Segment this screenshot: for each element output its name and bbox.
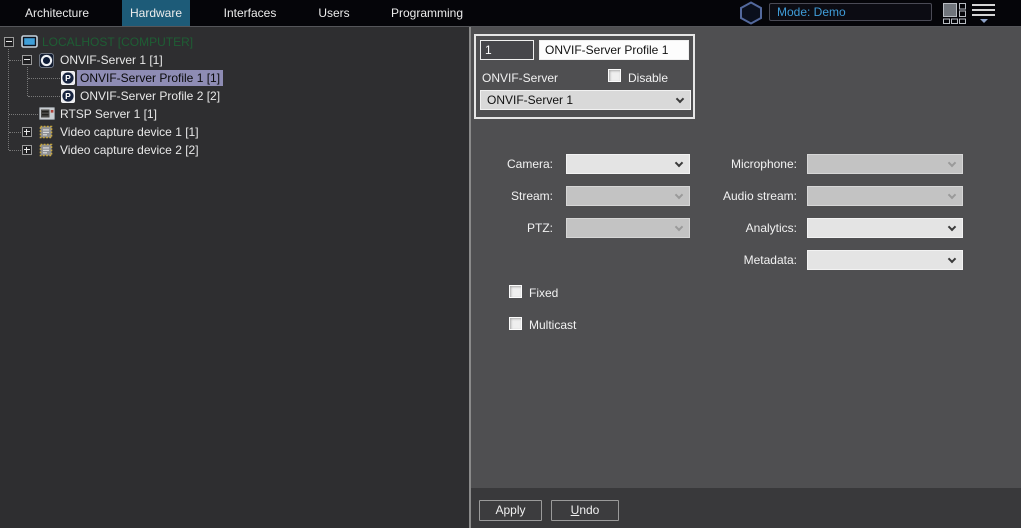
tree-item-label: RTSP Server 1 [1] xyxy=(57,106,160,122)
microphone-label: Microphone: xyxy=(697,157,797,171)
tree-item-label: ONVIF-Server Profile 2 [2] xyxy=(77,88,223,104)
expand-toggle[interactable] xyxy=(22,127,32,137)
rtsp-server-icon xyxy=(39,107,55,125)
tree-item[interactable]: P ONVIF-Server Profile 2 [2] xyxy=(0,88,460,105)
object-id-input[interactable] xyxy=(480,40,534,60)
object-identity-box: ONVIF-Server Disable ONVIF-Server 1 xyxy=(474,34,695,119)
app-window: Architecture Hardware Interfaces Users P… xyxy=(0,0,1021,528)
disable-checkbox-label: Disable xyxy=(628,71,668,85)
fixed-checkbox-label: Fixed xyxy=(529,286,558,300)
tree-item-label: ONVIF-Server Profile 1 [1] xyxy=(77,70,223,86)
parent-server-select[interactable]: ONVIF-Server 1 xyxy=(480,90,691,110)
chevron-down-icon xyxy=(676,95,684,103)
object-name-input[interactable] xyxy=(539,40,689,60)
multicast-checkbox[interactable] xyxy=(509,317,522,330)
chevron-down-icon xyxy=(948,159,956,167)
expand-toggle[interactable] xyxy=(22,145,32,155)
tree-item[interactable]: ONVIF-Server 1 [1] xyxy=(0,52,460,69)
object-settings-panel: ONVIF-Server Disable ONVIF-Server 1 Came… xyxy=(471,27,1021,528)
chevron-down-icon xyxy=(675,223,683,231)
chevron-down-icon xyxy=(980,19,988,23)
analytics-select[interactable] xyxy=(807,218,963,238)
disable-checkbox[interactable] xyxy=(608,69,621,82)
svg-text:P: P xyxy=(65,73,71,83)
tab-interfaces[interactable]: Interfaces xyxy=(200,0,300,26)
tree-item[interactable]: LOCALHOST [COMPUTER] xyxy=(0,34,460,51)
tree-item[interactable]: Video capture device 2 [2] xyxy=(0,142,460,159)
chevron-down-icon xyxy=(675,159,683,167)
ptz-select xyxy=(566,218,690,238)
tab-architecture[interactable]: Architecture xyxy=(4,0,110,26)
tab-users[interactable]: Users xyxy=(302,0,366,26)
screen-layout-icon[interactable] xyxy=(943,3,968,24)
hardware-tree-panel: LOCALHOST [COMPUTER] ONVIF-Server 1 [1] xyxy=(0,27,469,528)
fixed-checkbox[interactable] xyxy=(509,285,522,298)
tree-item-label: Video capture device 2 [2] xyxy=(57,142,202,158)
top-menu-bar: Architecture Hardware Interfaces Users P… xyxy=(0,0,1021,26)
ptz-label: PTZ: xyxy=(471,221,553,235)
analytics-label: Analytics: xyxy=(697,221,797,235)
audio-stream-select xyxy=(807,186,963,206)
chevron-down-icon xyxy=(948,223,956,231)
svg-text:P: P xyxy=(65,91,71,101)
hamburger-menu-icon[interactable] xyxy=(972,4,995,24)
content-area: LOCALHOST [COMPUTER] ONVIF-Server 1 [1] xyxy=(0,26,1021,528)
tree-item-label: ONVIF-Server 1 [1] xyxy=(57,52,166,68)
camera-label: Camera: xyxy=(471,157,553,171)
metadata-select[interactable] xyxy=(807,250,963,270)
metadata-label: Metadata: xyxy=(697,253,797,267)
stream-select xyxy=(566,186,690,206)
camera-select[interactable] xyxy=(566,154,690,174)
stream-label: Stream: xyxy=(471,189,553,203)
tree-item[interactable]: Video capture device 1 [1] xyxy=(0,124,460,141)
tree-item-selected[interactable]: P ONVIF-Server Profile 1 [1] xyxy=(0,70,460,87)
tab-hardware[interactable]: Hardware xyxy=(122,0,190,26)
hexagon-logo-icon xyxy=(737,1,765,25)
audio-stream-label: Audio stream: xyxy=(697,189,797,203)
microphone-select xyxy=(807,154,963,174)
tab-programming[interactable]: Programming xyxy=(373,0,481,26)
tree-item-label: Video capture device 1 [1] xyxy=(57,124,202,140)
parent-server-label: ONVIF-Server xyxy=(482,71,558,85)
mode-input[interactable] xyxy=(769,3,932,21)
chevron-down-icon xyxy=(675,191,683,199)
collapse-toggle[interactable] xyxy=(4,37,14,47)
apply-button[interactable]: Apply xyxy=(479,500,542,521)
tree-item-label: LOCALHOST [COMPUTER] xyxy=(39,34,196,50)
chevron-down-icon xyxy=(948,255,956,263)
tree-item[interactable]: RTSP Server 1 [1] xyxy=(0,106,460,123)
collapse-toggle[interactable] xyxy=(22,55,32,65)
multicast-checkbox-label: Multicast xyxy=(529,318,576,332)
capture-chip-icon xyxy=(39,143,53,162)
button-strip: Apply Undo xyxy=(471,488,1021,528)
undo-button[interactable]: Undo xyxy=(551,500,619,521)
chevron-down-icon xyxy=(948,191,956,199)
